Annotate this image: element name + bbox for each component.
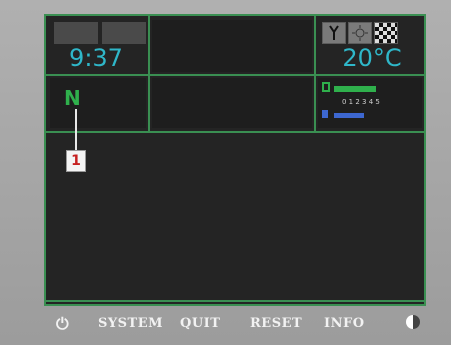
bottom-menu: ⏻ SYSTEM QUIT RESET INFO <box>44 312 426 336</box>
middle-status-panel <box>152 78 312 128</box>
col-divider-1 <box>148 16 150 131</box>
coolant-gauge-bar <box>334 113 364 118</box>
clock-tile-left <box>54 22 98 44</box>
sun-icon <box>348 22 372 44</box>
clock-readout: 9:37 <box>69 44 123 72</box>
row-divider-2 <box>46 131 424 133</box>
display-screen: 9:37 20°C 0 1 2 3 4 5 N 1 <box>44 14 426 306</box>
gear-indicator: N <box>64 86 81 110</box>
checkered-flag-icon <box>374 22 398 44</box>
wrench-icon <box>322 22 346 44</box>
col-divider-2 <box>314 16 316 131</box>
quit-button[interactable]: QUIT <box>180 316 220 331</box>
brightness-icon[interactable] <box>406 315 420 329</box>
info-button[interactable]: INFO <box>324 316 365 331</box>
power-icon[interactable]: ⏻ <box>56 314 69 334</box>
row-divider-1 <box>46 74 424 76</box>
callout-label: 1 <box>66 150 86 172</box>
callout-line <box>75 109 77 151</box>
bottom-border <box>46 300 424 302</box>
reset-button[interactable]: RESET <box>250 316 302 331</box>
fuel-gauge-bar <box>334 86 376 92</box>
clock-tile-right <box>102 22 146 44</box>
gauge-ticks: 0 1 2 3 4 5 <box>342 98 380 106</box>
temperature-readout: 20°C <box>342 44 402 72</box>
fuel-icon <box>322 82 330 92</box>
coolant-icon <box>322 110 328 118</box>
top-middle-panel <box>152 20 312 72</box>
system-button[interactable]: SYSTEM <box>98 316 163 331</box>
